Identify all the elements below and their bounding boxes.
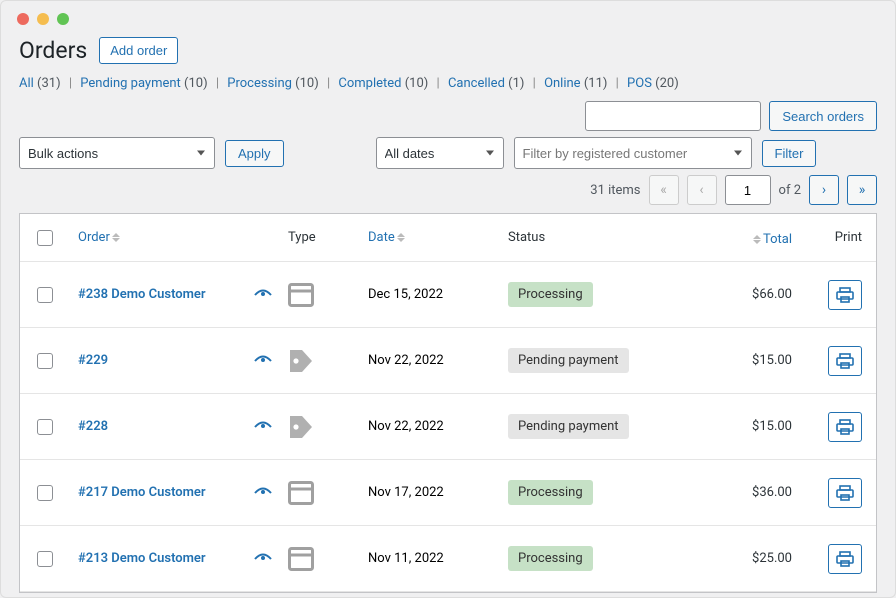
order-link[interactable]: #217 Demo Customer — [78, 485, 206, 500]
sort-icon — [397, 233, 405, 242]
prev-page-button: ‹ — [687, 175, 717, 205]
status-filter-link[interactable]: Cancelled (1) — [448, 76, 525, 91]
browser-icon — [280, 481, 360, 505]
row-checkbox[interactable] — [37, 551, 53, 567]
status-badge: Processing — [508, 546, 593, 571]
print-button[interactable] — [828, 544, 862, 574]
status-badge: Processing — [508, 480, 593, 505]
order-link[interactable]: #229 — [78, 353, 108, 368]
tag-icon — [280, 348, 360, 374]
print-button[interactable] — [828, 280, 862, 310]
page-of-label: of 2 — [779, 183, 801, 198]
status-badge: Pending payment — [508, 414, 629, 439]
status-filter-link[interactable]: Online (11) — [544, 76, 607, 91]
sort-icon — [753, 235, 761, 244]
close-window-icon[interactable] — [17, 13, 29, 25]
col-order[interactable]: Order — [78, 230, 120, 245]
table-row: #228 Nov 22, 2022 Pending payment $15.00 — [20, 394, 876, 460]
order-date: Nov 22, 2022 — [360, 419, 500, 434]
table-header: Order Type Date Status Total Print — [20, 214, 876, 262]
order-total: $36.00 — [700, 485, 800, 500]
preview-eye-icon[interactable] — [254, 421, 272, 433]
order-link[interactable]: #238 Demo Customer — [78, 287, 206, 302]
window-traffic-lights — [1, 1, 895, 37]
order-total: $15.00 — [700, 419, 800, 434]
search-orders-button[interactable]: Search orders — [769, 101, 877, 131]
status-filter-link[interactable]: POS (20) — [627, 76, 679, 91]
select-all-checkbox[interactable] — [37, 230, 53, 246]
col-status: Status — [508, 230, 545, 245]
print-button[interactable] — [828, 412, 862, 442]
order-date: Nov 11, 2022 — [360, 551, 500, 566]
col-type: Type — [288, 230, 316, 245]
order-date: Nov 17, 2022 — [360, 485, 500, 500]
order-date: Dec 15, 2022 — [360, 287, 500, 302]
current-page-input[interactable] — [725, 175, 771, 205]
preview-eye-icon[interactable] — [254, 289, 272, 301]
minimize-window-icon[interactable] — [37, 13, 49, 25]
status-badge: Processing — [508, 282, 593, 307]
order-link[interactable]: #228 — [78, 419, 108, 434]
col-print: Print — [835, 230, 862, 245]
order-total: $15.00 — [700, 353, 800, 368]
maximize-window-icon[interactable] — [57, 13, 69, 25]
add-order-button[interactable]: Add order — [99, 37, 178, 64]
status-badge: Pending payment — [508, 348, 629, 373]
first-page-button: « — [649, 175, 679, 205]
browser-icon — [280, 547, 360, 571]
preview-eye-icon[interactable] — [254, 355, 272, 367]
col-total[interactable]: Total — [753, 232, 792, 247]
apply-bulk-button[interactable]: Apply — [225, 140, 284, 167]
bulk-actions-select[interactable]: Bulk actions — [19, 137, 215, 169]
order-total: $25.00 — [700, 551, 800, 566]
status-filter-link[interactable]: All (31) — [19, 76, 61, 91]
search-input[interactable] — [585, 101, 761, 131]
row-checkbox[interactable] — [37, 485, 53, 501]
row-checkbox[interactable] — [37, 419, 53, 435]
status-filter-link[interactable]: Processing (10) — [227, 76, 318, 91]
next-page-button[interactable]: › — [809, 175, 839, 205]
order-date: Nov 22, 2022 — [360, 353, 500, 368]
tag-icon — [280, 414, 360, 440]
date-filter-select[interactable]: All dates — [376, 137, 504, 169]
last-page-button[interactable]: » — [847, 175, 877, 205]
order-link[interactable]: #213 Demo Customer — [78, 551, 206, 566]
table-row: #213 Demo Customer Nov 11, 2022 Processing… — [20, 526, 876, 592]
preview-eye-icon[interactable] — [254, 553, 272, 565]
page-title: Orders — [19, 37, 87, 64]
pagination: 31 items « ‹ of 2 › » — [19, 175, 877, 205]
orders-table: Order Type Date Status Total Print #238 … — [19, 213, 877, 593]
table-row: #229 Nov 22, 2022 Pending payment $15.00 — [20, 328, 876, 394]
col-date[interactable]: Date — [368, 230, 405, 245]
table-row: #217 Demo Customer Nov 17, 2022 Processing… — [20, 460, 876, 526]
filter-button[interactable]: Filter — [762, 140, 817, 167]
row-checkbox[interactable] — [37, 353, 53, 369]
status-filter-tabs: All (31) | Pending payment (10) | Proces… — [19, 76, 877, 91]
preview-eye-icon[interactable] — [254, 487, 272, 499]
print-button[interactable] — [828, 478, 862, 508]
row-checkbox[interactable] — [37, 287, 53, 303]
customer-filter-select[interactable]: Filter by registered customer — [514, 137, 752, 169]
status-filter-link[interactable]: Completed (10) — [338, 76, 428, 91]
status-filter-link[interactable]: Pending payment (10) — [80, 76, 207, 91]
items-count-label: 31 items — [590, 183, 640, 198]
table-row: #238 Demo Customer Dec 15, 2022 Processing… — [20, 262, 876, 328]
sort-icon — [112, 233, 120, 242]
print-button[interactable] — [828, 346, 862, 376]
order-total: $66.00 — [700, 287, 800, 302]
browser-icon — [280, 283, 360, 307]
